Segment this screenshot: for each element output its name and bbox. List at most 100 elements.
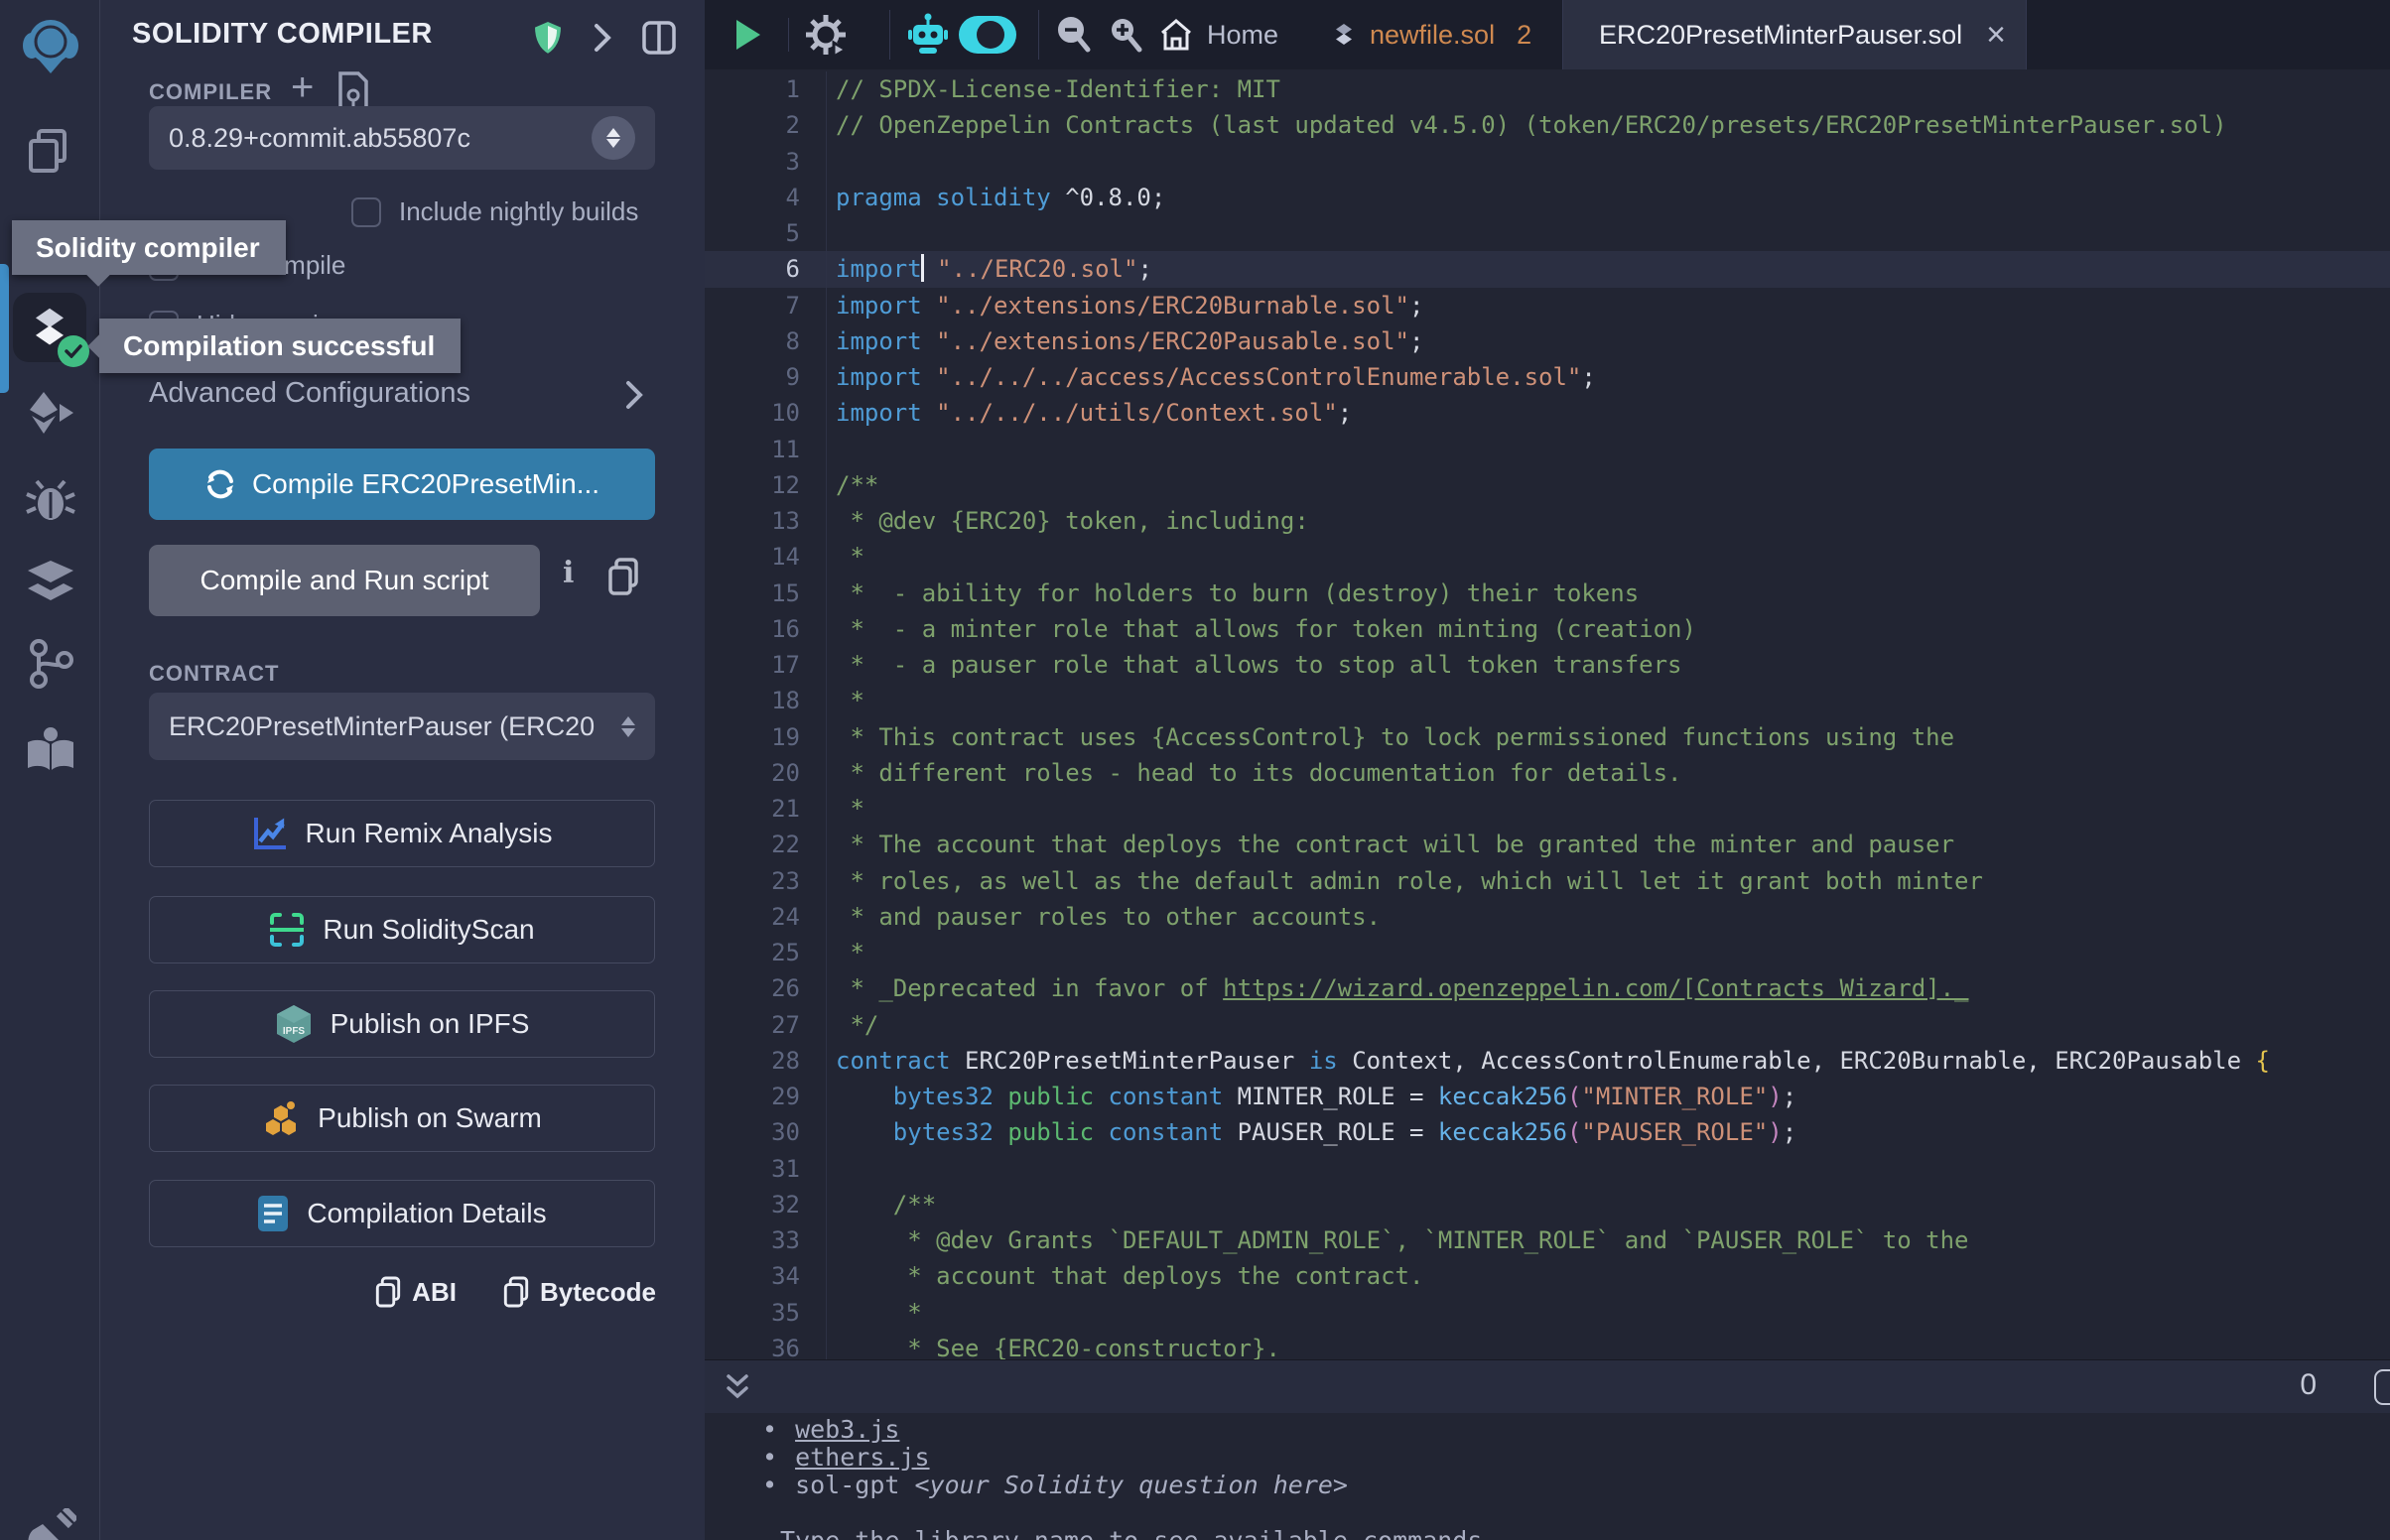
nightly-builds-checkbox[interactable] [351, 197, 381, 227]
code-line-21[interactable]: 21 * [705, 791, 2390, 827]
code-line-2[interactable]: 2// OpenZeppelin Contracts (last updated… [705, 107, 2390, 143]
publish-ipfs-button[interactable]: IPFS Publish on IPFS [149, 990, 655, 1058]
ai-assistant-button[interactable] [907, 0, 949, 69]
code-line-33[interactable]: 33 * @dev Grants `DEFAULT_ADMIN_ROLE`, `… [705, 1222, 2390, 1258]
code-line-31[interactable]: 31 [705, 1151, 2390, 1187]
code-line-28[interactable]: 28contract ERC20PresetMinterPauser is Co… [705, 1043, 2390, 1079]
ipfs-icon: IPFS [275, 1004, 313, 1044]
terminal-output[interactable]: • web3.js • ethers.js • sol-gpt <your So… [705, 1413, 2390, 1540]
code-line-23[interactable]: 23 * roles, as well as the default admin… [705, 863, 2390, 899]
code-line-4[interactable]: 4pragma solidity ^0.8.0; [705, 180, 2390, 215]
code-line-16[interactable]: 16 * - a minter role that allows for tok… [705, 611, 2390, 647]
run-solidityscan-button[interactable]: Run SolidityScan [149, 896, 655, 963]
tab-erc20presetminterpauser-sol[interactable]: ERC20PresetMinterPauser.sol × [1562, 0, 2027, 69]
code-line-35[interactable]: 35 * [705, 1295, 2390, 1331]
code-line-1[interactable]: 1// SPDX-License-Identifier: MIT [705, 71, 2390, 107]
solidity-file-icon [1332, 21, 1356, 49]
compilation-details-button[interactable]: Compilation Details [149, 1180, 655, 1247]
line-number: 31 [705, 1151, 826, 1187]
remix-logo[interactable] [0, 12, 100, 77]
code-line-17[interactable]: 17 * - a pauser role that allows to stop… [705, 647, 2390, 683]
code-line-3[interactable]: 3 [705, 144, 2390, 180]
chevron-right-icon[interactable] [593, 22, 612, 54]
web3-link[interactable]: web3.js [795, 1415, 899, 1444]
info-icon[interactable]: i [563, 556, 574, 590]
newfile-tab-badge: 2 [1517, 20, 1531, 51]
terminal-search-input[interactable] [2374, 1369, 2390, 1405]
compile-success-badge [58, 335, 89, 367]
version-stepper-icon[interactable] [592, 116, 635, 160]
publish-swarm-button[interactable]: Publish on Swarm [149, 1085, 655, 1152]
compiler-version-select[interactable]: 0.8.29+commit.ab55807c [149, 106, 655, 170]
sidebar-item-git[interactable] [0, 638, 100, 690]
sidebar-item-debugger[interactable] [0, 478, 100, 524]
code-line-26[interactable]: 26 * _Deprecated in favor of https://wiz… [705, 970, 2390, 1006]
sidebar-item-deploy-run[interactable] [0, 390, 100, 438]
code-line-12[interactable]: 12/** [705, 467, 2390, 503]
split-panel-icon[interactable] [642, 21, 676, 55]
line-content: import "../ERC20.sol"; [826, 251, 1152, 287]
code-line-36[interactable]: 36 * See {ERC20-constructor}. [705, 1331, 2390, 1359]
code-line-6[interactable]: 6import "../ERC20.sol"; [705, 251, 2390, 287]
tab-newfile-sol[interactable]: newfile.sol 2 [1310, 0, 1553, 69]
code-view[interactable]: 1// SPDX-License-Identifier: MIT2// Open… [705, 69, 2390, 1359]
tab-home[interactable]: Home [1137, 0, 1300, 69]
sidebar-item-plugin-manager[interactable] [0, 1508, 100, 1540]
code-line-30[interactable]: 30 bytes32 public constant PAUSER_ROLE =… [705, 1114, 2390, 1150]
line-content: * This contract uses {AccessControl} to … [826, 719, 1954, 755]
script-config-button[interactable] [804, 0, 848, 69]
code-line-15[interactable]: 15 * - ability for holders to burn (dest… [705, 576, 2390, 611]
code-line-24[interactable]: 24 * and pauser roles to other accounts. [705, 899, 2390, 935]
line-number: 20 [705, 755, 826, 791]
code-line-29[interactable]: 29 bytes32 public constant MINTER_ROLE =… [705, 1079, 2390, 1114]
code-line-9[interactable]: 9import "../../../access/AccessControlEn… [705, 359, 2390, 395]
contract-section-label: CONTRACT [149, 661, 279, 687]
code-line-25[interactable]: 25 * [705, 935, 2390, 970]
code-line-18[interactable]: 18 * [705, 683, 2390, 718]
ai-toggle[interactable] [959, 0, 1016, 69]
code-line-5[interactable]: 5 [705, 215, 2390, 251]
compiler-file-icon[interactable] [336, 71, 370, 111]
line-content: * _Deprecated in favor of https://wizard… [826, 970, 1969, 1006]
code-line-14[interactable]: 14 * [705, 539, 2390, 575]
code-line-19[interactable]: 19 * This contract uses {AccessControl} … [705, 719, 2390, 755]
copy-script-icon[interactable] [606, 558, 640, 595]
code-line-34[interactable]: 34 * account that deploys the contract. [705, 1258, 2390, 1294]
tooltip-solidity-compiler: Solidity compiler [12, 220, 286, 275]
code-line-32[interactable]: 32 /** [705, 1187, 2390, 1222]
book-icon [24, 726, 77, 774]
close-tab-icon[interactable]: × [1986, 18, 2006, 52]
robot-icon [907, 13, 949, 57]
code-line-7[interactable]: 7import "../extensions/ERC20Burnable.sol… [705, 288, 2390, 323]
code-line-13[interactable]: 13 * @dev {ERC20} token, including: [705, 503, 2390, 539]
line-number: 6 [705, 251, 826, 287]
expand-terminal-icon[interactable] [721, 1370, 754, 1404]
code-line-20[interactable]: 20 * different roles - head to its docum… [705, 755, 2390, 791]
run-button[interactable] [734, 0, 762, 69]
compilation-details-label: Compilation Details [307, 1198, 546, 1229]
code-line-10[interactable]: 10import "../../../utils/Context.sol"; [705, 395, 2390, 431]
advanced-chevron-icon[interactable] [624, 379, 644, 411]
ethers-link[interactable]: ethers.js [795, 1443, 929, 1472]
bullet-icon: • [762, 1443, 777, 1472]
sidebar-item-learneth[interactable] [0, 726, 100, 774]
run-remix-analysis-button[interactable]: Run Remix Analysis [149, 800, 655, 867]
contract-select[interactable]: ERC20PresetMinterPauser (ERC20 [149, 693, 655, 760]
contract-stepper-icon[interactable] [621, 716, 635, 737]
copy-abi-link[interactable]: ABI [374, 1276, 457, 1308]
advanced-configurations-label[interactable]: Advanced Configurations [149, 377, 470, 410]
compile-and-run-button[interactable]: Compile and Run script [149, 545, 540, 616]
sidebar-item-static-analysis[interactable] [0, 559, 100, 606]
copy-bytecode-link[interactable]: Bytecode [502, 1276, 656, 1308]
text-cursor [921, 254, 924, 282]
code-line-8[interactable]: 8import "../extensions/ERC20Pausable.sol… [705, 323, 2390, 359]
code-line-11[interactable]: 11 [705, 432, 2390, 467]
zoom-out-button[interactable] [1054, 0, 1094, 69]
add-compiler-icon[interactable]: + [291, 65, 314, 110]
sidebar-item-file-explorer[interactable] [0, 125, 100, 177]
code-line-27[interactable]: 27 */ [705, 1007, 2390, 1043]
shield-icon[interactable] [533, 20, 563, 56]
line-number: 36 [705, 1331, 826, 1359]
compile-button[interactable]: Compile ERC20PresetMin... [149, 449, 655, 520]
code-line-22[interactable]: 22 * The account that deploys the contra… [705, 827, 2390, 862]
